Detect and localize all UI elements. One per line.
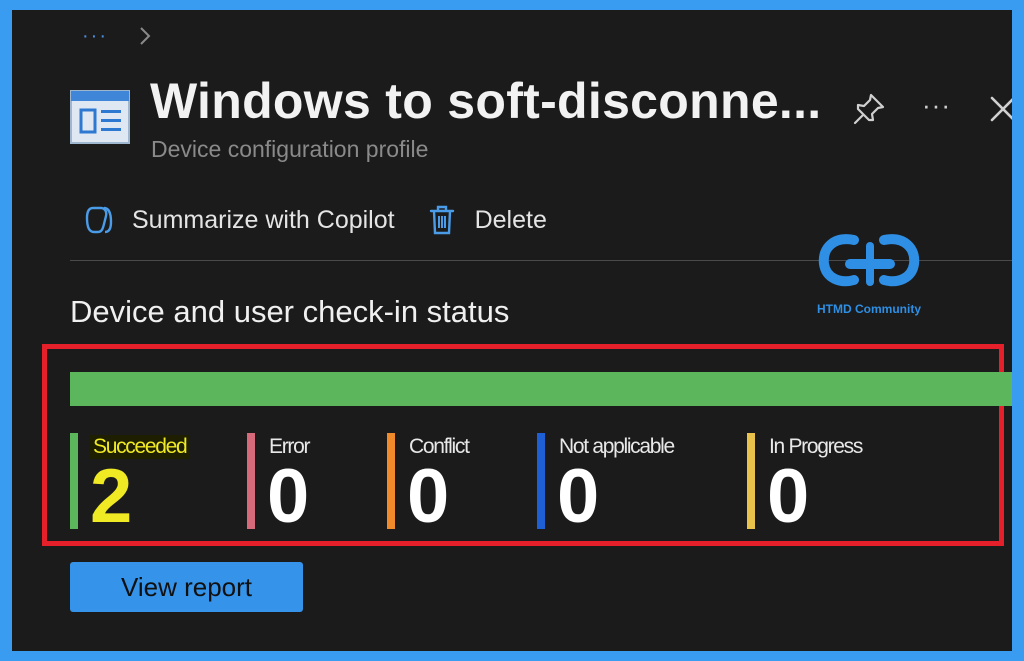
view-report-button[interactable]: View report: [70, 562, 303, 612]
checkin-status-bar[interactable]: [70, 372, 1012, 406]
delete-button[interactable]: Delete: [427, 204, 547, 236]
blade-panel: ··· Windows to soft-disconne... Device c…: [12, 10, 1012, 651]
htmd-watermark: HTMD Community: [804, 226, 934, 320]
watermark-text: HTMD Community: [817, 302, 921, 316]
checkin-status-title: Device and user check-in status: [70, 294, 510, 329]
summarize-with-copilot-label: Summarize with Copilot: [132, 205, 395, 234]
copilot-icon: [85, 206, 113, 234]
page-title: Windows to soft-disconne...: [150, 73, 822, 129]
stat-value: 2: [90, 454, 133, 539]
stat-value: 0: [407, 454, 450, 539]
close-icon[interactable]: [988, 94, 1012, 124]
command-bar: Summarize with Copilot Delete: [84, 204, 547, 236]
breadcrumb-ellipsis[interactable]: ···: [82, 26, 108, 46]
stat-color-bar: [70, 433, 78, 529]
htmd-logo: [818, 234, 920, 287]
delete-label: Delete: [474, 205, 547, 234]
stat-value: 0: [267, 454, 310, 539]
breadcrumb: ···: [82, 26, 152, 46]
pin-icon[interactable]: [852, 92, 886, 126]
trash-icon: [429, 205, 454, 235]
stat-color-bar: [747, 433, 755, 529]
page-subtitle: Device configuration profile: [151, 136, 429, 162]
profile-document-icon: [70, 90, 130, 144]
chevron-right-icon: [140, 27, 151, 45]
stat-value: 0: [767, 454, 810, 539]
ellipsis-icon[interactable]: ···: [922, 90, 951, 121]
stat-color-bar: [537, 433, 545, 529]
stat-value: 0: [557, 454, 600, 539]
stat-color-bar: [387, 433, 395, 529]
stat-color-bar: [247, 433, 255, 529]
summarize-with-copilot-button[interactable]: Summarize with Copilot: [84, 204, 395, 236]
